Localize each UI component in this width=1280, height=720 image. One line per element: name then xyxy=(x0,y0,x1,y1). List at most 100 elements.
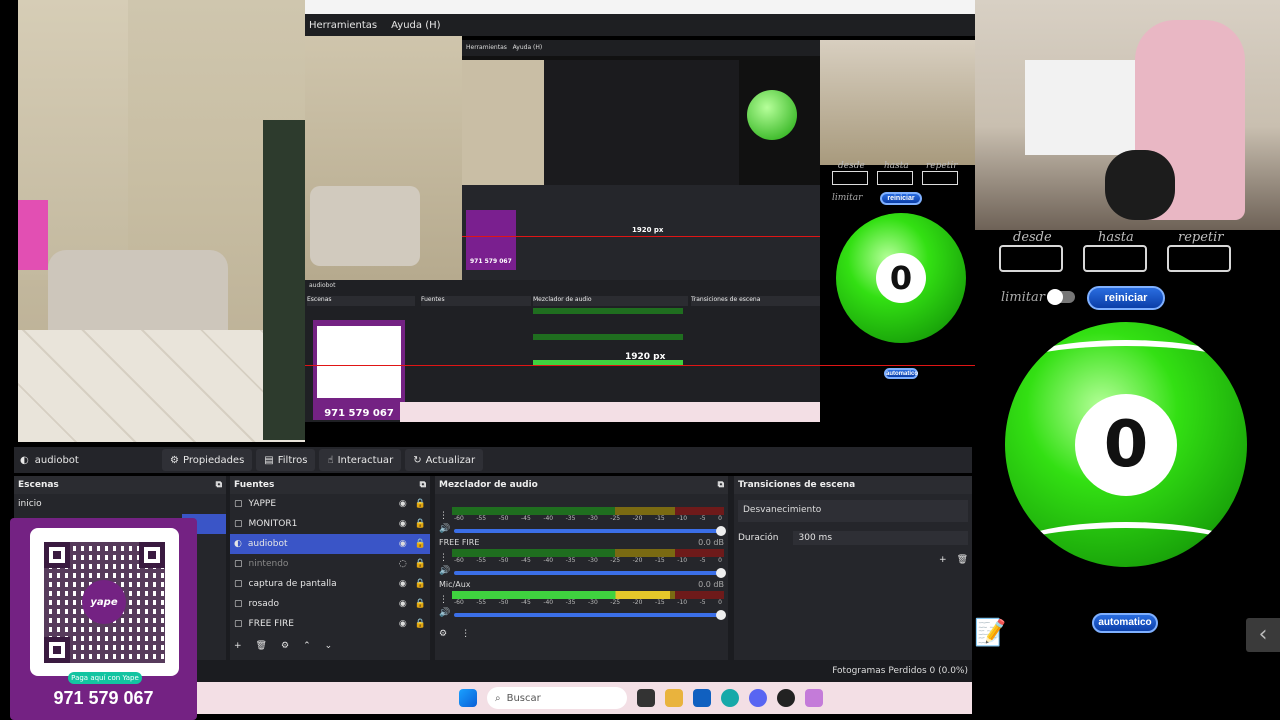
source-type-icon: ▢ xyxy=(234,499,243,509)
lock-icon[interactable]: 🔒 xyxy=(415,579,426,589)
mixer-settings-icon[interactable]: ⚙ xyxy=(439,629,447,639)
gear-icon[interactable]: ⚙ xyxy=(281,641,289,651)
repetir-input[interactable] xyxy=(1167,245,1231,272)
source-label: YAPPE xyxy=(248,499,277,509)
add-icon[interactable]: + xyxy=(234,641,242,651)
source-item[interactable]: ◐ audiobot ◉ 🔒 xyxy=(230,534,430,554)
transitions-dock: Transiciones de escena Desvanecimiento D… xyxy=(734,476,972,660)
eye-icon[interactable]: ◉ xyxy=(399,519,407,529)
hasta-input[interactable] xyxy=(1083,245,1147,272)
add-icon[interactable]: + xyxy=(939,555,947,565)
lock-icon[interactable]: 🔒 xyxy=(415,619,426,629)
properties-button[interactable]: ⚙ Propiedades xyxy=(162,449,253,471)
edge-icon[interactable] xyxy=(721,689,739,707)
lock-icon[interactable]: 🔒 xyxy=(415,499,426,509)
obs-icon[interactable] xyxy=(777,689,795,707)
mixer-channel: Mic/Aux 0.0 dB ⋮ -60 -55 -50 -45 -40 -35 -30 -25 -2… xyxy=(439,580,726,620)
yape-badge: Paga aquí con Yape xyxy=(68,672,142,684)
interact-button[interactable]: ☝ Interactuar xyxy=(319,449,402,471)
speaker-icon[interactable]: 🔊 xyxy=(439,608,450,618)
camera-feed-bedroom-small xyxy=(820,40,975,165)
lock-icon[interactable]: 🔒 xyxy=(415,519,426,529)
mixer-channel: ⋮ -60 -55 -50 -45 -40 -35 -30 -25 -20 -15 -10 -5 0 🔊 xyxy=(439,496,726,536)
volume-slider[interactable] xyxy=(454,609,726,620)
more-icon[interactable]: ⋮ xyxy=(439,511,448,521)
more-icon[interactable]: ⋮ xyxy=(461,629,470,639)
source-label: nintendo xyxy=(248,559,289,569)
trash-icon[interactable]: 🗑 xyxy=(256,641,267,651)
yape-phone: 971 579 067 xyxy=(53,688,154,708)
desde-label: desde xyxy=(1013,230,1052,245)
source-type-icon: ▢ xyxy=(234,619,243,629)
filter-icon: ▤ xyxy=(264,454,274,466)
camera-feed-living-room xyxy=(18,0,305,442)
dock-undock-icon[interactable]: ⧉ xyxy=(216,480,222,490)
trash-icon[interactable]: 🗑 xyxy=(957,555,968,565)
notepad-icon[interactable]: 📝 xyxy=(974,618,1008,652)
automatico-button[interactable]: automatico xyxy=(1092,613,1158,633)
transition-select[interactable]: Desvanecimiento xyxy=(738,500,968,522)
mixer-channel: FREE FIRE 0.0 dB ⋮ -60 -55 -50 -45 -40 -35 -30 -25… xyxy=(439,538,726,578)
volume-meter xyxy=(452,507,724,515)
menu-help[interactable]: Ayuda (H) xyxy=(391,20,440,31)
audio-mixer-dock: Mezclador de audio ⧉ ⋮ -60 -55 -50 -45 -40 -35-… xyxy=(435,476,728,660)
more-icon[interactable]: ⋮ xyxy=(439,553,448,563)
arrow-down-icon[interactable]: ⌄ xyxy=(325,641,333,651)
limitar-toggle[interactable] xyxy=(1047,289,1075,305)
guide-line xyxy=(305,365,975,366)
source-type-icon: ◐ xyxy=(234,539,242,549)
windows-start-icon[interactable] xyxy=(459,689,477,707)
source-item[interactable]: ▢ FREE FIRE ◉ 🔒 xyxy=(230,614,430,634)
eye-icon[interactable]: ◉ xyxy=(399,599,407,609)
volume-meter xyxy=(452,591,724,599)
volume-slider[interactable] xyxy=(454,567,726,578)
volume-slider[interactable] xyxy=(454,525,726,536)
speaker-icon[interactable]: 🔊 xyxy=(439,524,450,534)
scene-item[interactable]: inicio xyxy=(14,494,226,514)
discord-icon[interactable] xyxy=(749,689,767,707)
duration-input[interactable]: 300 ms xyxy=(792,531,968,545)
more-icon[interactable]: ⋮ xyxy=(439,595,448,605)
filters-button[interactable]: ▤ Filtros xyxy=(256,449,316,471)
chevron-left-icon[interactable]: ‹ xyxy=(1246,618,1280,652)
refresh-icon: ↻ xyxy=(413,454,422,466)
source-item[interactable]: ▢ rosado ◉ 🔒 xyxy=(230,594,430,614)
yape-logo: yape xyxy=(82,580,126,624)
channel-db: 0.0 dB xyxy=(698,580,724,589)
taskbar-search[interactable]: ⌕ Buscar xyxy=(487,687,627,709)
source-toolbar: ◐ audiobot ⚙ Propiedades ▤ Filtros ☝ Interac… xyxy=(14,447,972,473)
desde-input[interactable] xyxy=(999,245,1063,272)
folder-icon[interactable] xyxy=(665,689,683,707)
app-icon[interactable] xyxy=(805,689,823,707)
eye-icon[interactable]: ◉ xyxy=(399,539,407,549)
source-item[interactable]: ▢ nintendo ◌ 🔒 xyxy=(230,554,430,574)
eye-icon[interactable]: ◉ xyxy=(399,579,407,589)
eye-icon[interactable]: ◉ xyxy=(399,619,407,629)
dock-undock-icon[interactable]: ⧉ xyxy=(718,480,724,490)
pointer-icon: ☝ xyxy=(327,454,334,466)
speaker-icon[interactable]: 🔊 xyxy=(439,566,450,576)
reiniciar-button[interactable]: reiniciar xyxy=(1087,286,1165,310)
repetir-label: repetir xyxy=(1178,230,1224,245)
lock-icon[interactable]: 🔒 xyxy=(415,559,426,569)
eye-icon[interactable]: ◉ xyxy=(399,499,407,509)
source-type-icon: ▢ xyxy=(234,519,243,529)
windows-taskbar: ⌕ Buscar xyxy=(197,682,972,714)
source-item[interactable]: ▢ captura de pantalla ◉ 🔒 xyxy=(230,574,430,594)
lock-icon[interactable]: 🔒 xyxy=(415,539,426,549)
arrow-up-icon[interactable]: ⌃ xyxy=(303,641,311,651)
refresh-button[interactable]: ↻ Actualizar xyxy=(405,449,484,471)
outlook-icon[interactable] xyxy=(693,689,711,707)
source-item[interactable]: ▢ MONITOR1 ◉ 🔒 xyxy=(230,514,430,534)
dock-undock-icon[interactable]: ⧉ xyxy=(420,480,426,490)
source-label: FREE FIRE xyxy=(248,619,294,629)
menu-tools[interactable]: Herramientas xyxy=(309,20,377,31)
bingo-ball: 0 xyxy=(1005,322,1247,567)
eye-hidden-icon[interactable]: ◌ xyxy=(399,559,407,569)
hasta-label: hasta xyxy=(1098,230,1134,245)
app-icon[interactable] xyxy=(637,689,655,707)
source-item[interactable]: ▢ YAPPE ◉ 🔒 xyxy=(230,494,430,514)
transitions-header: Transiciones de escena xyxy=(738,480,856,490)
duration-label: Duración xyxy=(738,533,779,543)
lock-icon[interactable]: 🔒 xyxy=(415,599,426,609)
